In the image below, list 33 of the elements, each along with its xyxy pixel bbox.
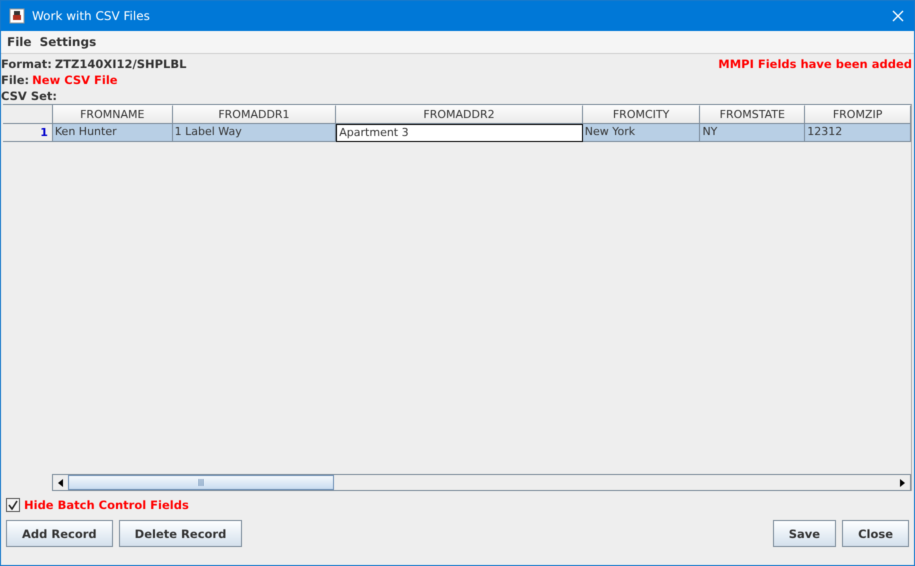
column-header[interactable]: FROMCITY <box>582 105 700 124</box>
file-label: File: <box>1 73 30 87</box>
column-header[interactable]: FROMADDR2 <box>336 105 583 124</box>
table-cell: New York <box>582 124 700 142</box>
right-arrow-icon[interactable] <box>900 478 905 486</box>
menu-item[interactable]: File <box>3 35 36 49</box>
column-header[interactable]: FROMZIP <box>805 105 911 124</box>
notice-text: MMPI Fields have been added <box>718 57 912 73</box>
left-arrow-icon[interactable] <box>58 478 63 486</box>
file-value: New CSV File <box>32 73 118 87</box>
menu-item[interactable]: Settings <box>36 35 100 49</box>
scroll-thumb[interactable] <box>68 475 334 490</box>
record-button[interactable]: Delete Record <box>118 520 242 547</box>
table-cell: Ken Hunter <box>52 124 173 142</box>
app-icon <box>9 8 25 24</box>
format-label: Format: <box>1 57 52 71</box>
column-header[interactable]: FROMNAME <box>52 105 173 124</box>
window-title: Work with CSV Files <box>32 9 151 23</box>
checkbox-label: Hide Batch Control Fields <box>24 498 189 512</box>
dialog-button[interactable]: Close <box>842 520 909 547</box>
checkbox[interactable] <box>6 498 20 512</box>
table-cell: 12312 <box>805 124 911 142</box>
dialog-button[interactable]: Save <box>772 520 836 547</box>
csv-set-label: CSV Set: <box>1 89 58 103</box>
column-header[interactable]: FROMADDR1 <box>172 105 336 124</box>
horizontal-scrollbar[interactable] <box>52 474 911 491</box>
cell-editor[interactable]: Apartment 3 <box>336 124 583 142</box>
record-button[interactable]: Add Record <box>6 520 113 547</box>
table-cell: NY <box>700 124 806 142</box>
format-value: ZTZ140XI12/SHPLBL <box>54 57 186 71</box>
close-icon[interactable] <box>892 10 904 22</box>
table-cell: 1 Label Way <box>172 124 336 142</box>
column-header[interactable]: FROMSTATE <box>700 105 806 124</box>
